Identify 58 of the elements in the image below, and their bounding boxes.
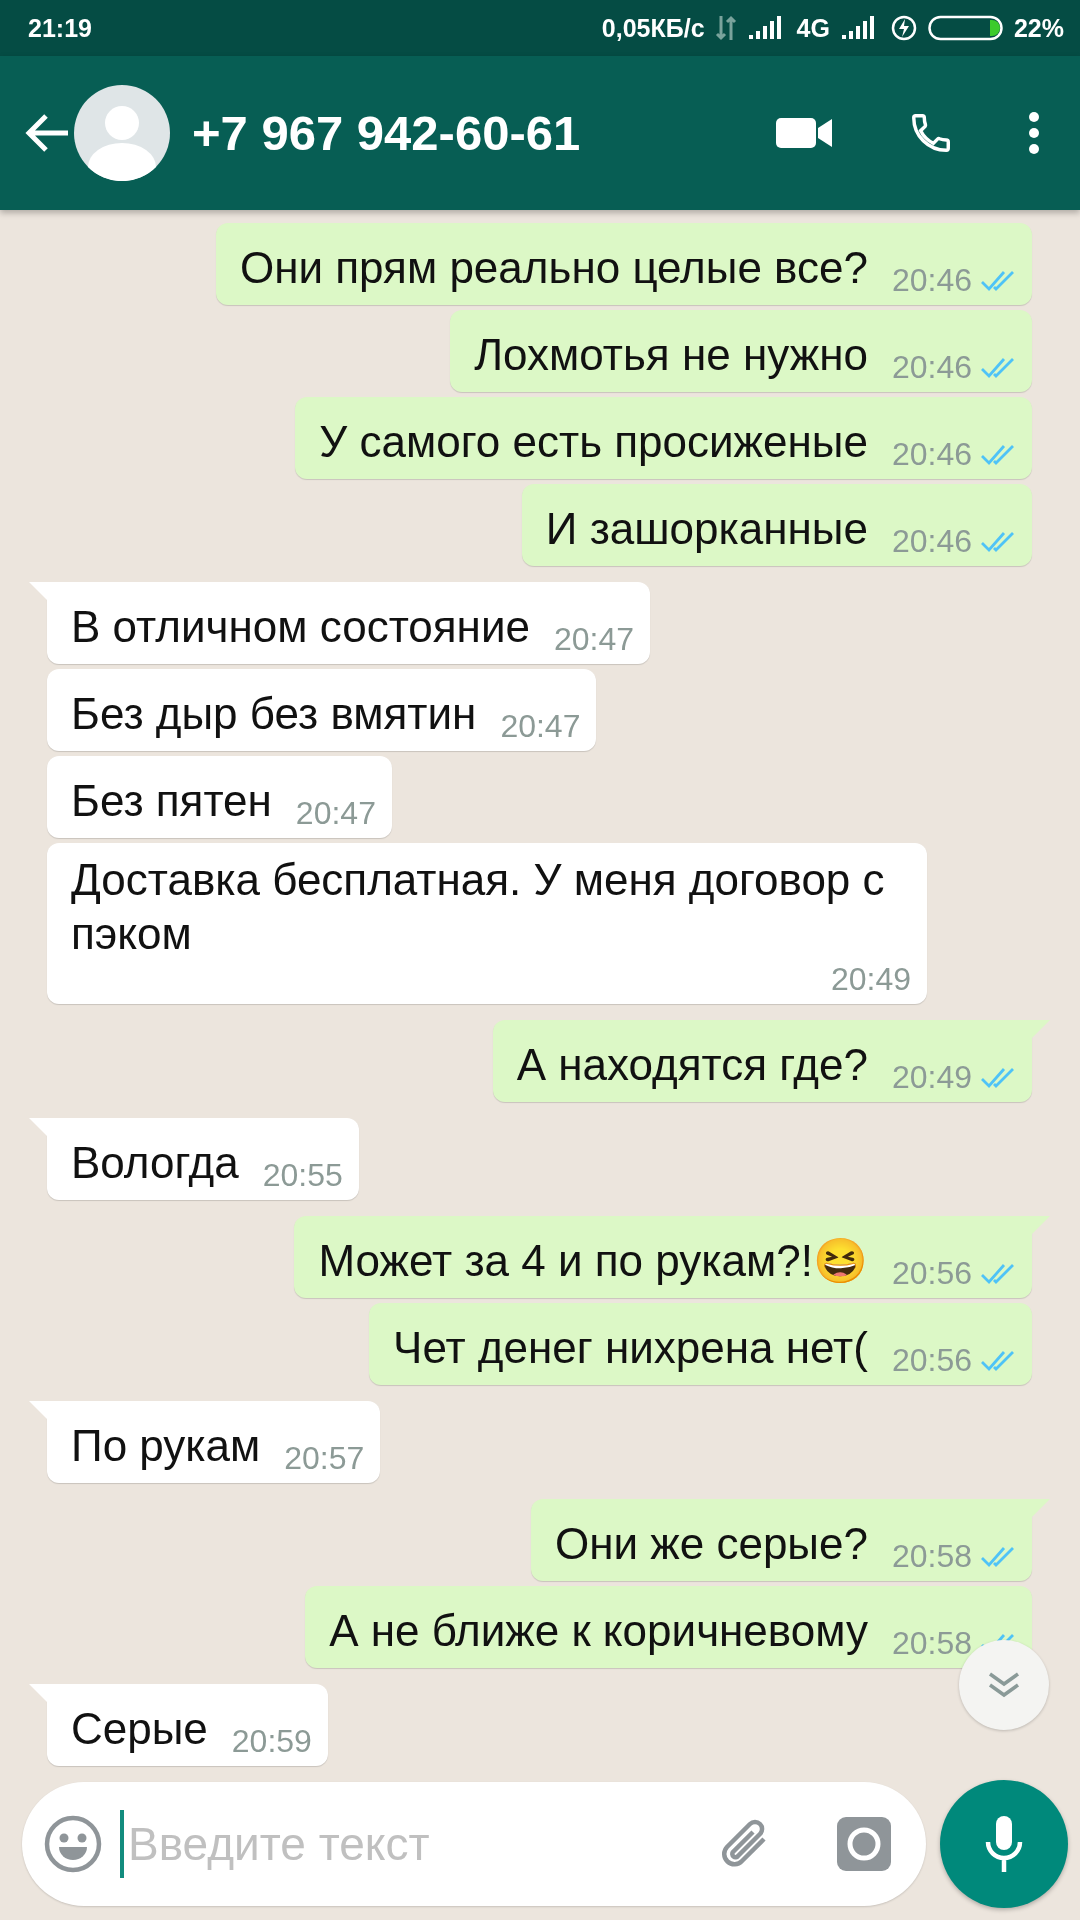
message-text: А не ближе к коричневому [329,1605,868,1657]
microphone-icon [984,1814,1024,1874]
message-time: 20:46 [891,523,972,560]
message-bubble[interactable]: Они прям реально целые все? 20:46 [215,223,1032,305]
message-time: 20:46 [891,262,972,299]
message-bubble[interactable]: Чет денег нихрена нет( 20:56 [369,1303,1032,1385]
avatar-icon[interactable] [74,85,170,181]
message-time: 20:58 [891,1625,972,1662]
camera-icon[interactable] [836,1816,892,1872]
message-time: 20:49 [830,961,911,998]
message-text: Доставка бесплатная. У меня договор с пэком [71,854,886,960]
message-text: Может за 4 и по рукам?!😆 [318,1235,868,1287]
message-time: 20:47 [553,621,635,658]
message-time: 20:55 [262,1157,343,1194]
message-text: Они прям реально целые все? [239,242,868,294]
clock: 21:19 [28,13,92,43]
message-time: 20:47 [500,708,581,745]
video-call-icon[interactable] [776,116,834,150]
charging-icon [889,14,918,42]
message-time: 20:47 [295,795,376,832]
message-bubble[interactable]: Без дыр без вмятин 20:47 [47,669,597,751]
more-options-icon[interactable] [1028,111,1040,155]
network-type: 4G [796,13,830,43]
network-speed: 0,05КБ/с [601,13,705,43]
message-text: Без дыр без вмятин [71,688,477,740]
message-text: И зашорканные [545,503,868,555]
message-bubble[interactable]: И зашорканные 20:46 [521,484,1032,566]
message-bubble[interactable]: Без пятен 20:47 [47,756,392,838]
message-bubble[interactable]: У самого есть просиженые 20:46 [295,397,1032,479]
emoji-icon[interactable] [44,1815,102,1873]
contact-title[interactable]: +7 967 942-60-61 [192,105,702,161]
message-text: Без пятен [71,775,272,827]
message-text: Вологда [71,1137,239,1189]
message-time: 20:49 [891,1059,972,1096]
data-arrows-icon [714,14,737,42]
double-chevron-icon [987,1670,1021,1700]
message-time: 20:56 [891,1255,972,1292]
message-time: 20:58 [891,1538,972,1575]
message-time: 20:56 [891,1342,972,1379]
message-text: Чет денег нихрена нет( [393,1322,868,1374]
message-text: Серые [71,1703,208,1755]
message-time: 20:46 [891,436,972,473]
message-bubble[interactable]: Доставка бесплатная. У меня договор с пэком 20:49 [47,843,927,1004]
message-text: По рукам [71,1420,261,1472]
message-bubble[interactable]: Лохмотья не нужно 20:46 [450,310,1032,392]
message-time: 20:59 [231,1723,312,1760]
message-text: Они же серые? [554,1518,868,1570]
message-composer[interactable]: Введите текст [22,1782,926,1906]
message-text: У самого есть просиженые [319,416,868,468]
message-time: 20:57 [284,1440,365,1477]
battery-icon [927,15,1004,41]
message-text: А находятся где? [516,1039,868,1091]
message-time: 20:46 [891,349,972,386]
battery-percent: 22% [1013,13,1064,43]
message-text: Лохмотья не нужно [474,329,868,381]
back-arrow-icon[interactable] [24,113,70,153]
message-bubble[interactable]: А не ближе к коричневому 20:58 [305,1586,1032,1668]
message-text: В отличном состояние [71,601,530,653]
